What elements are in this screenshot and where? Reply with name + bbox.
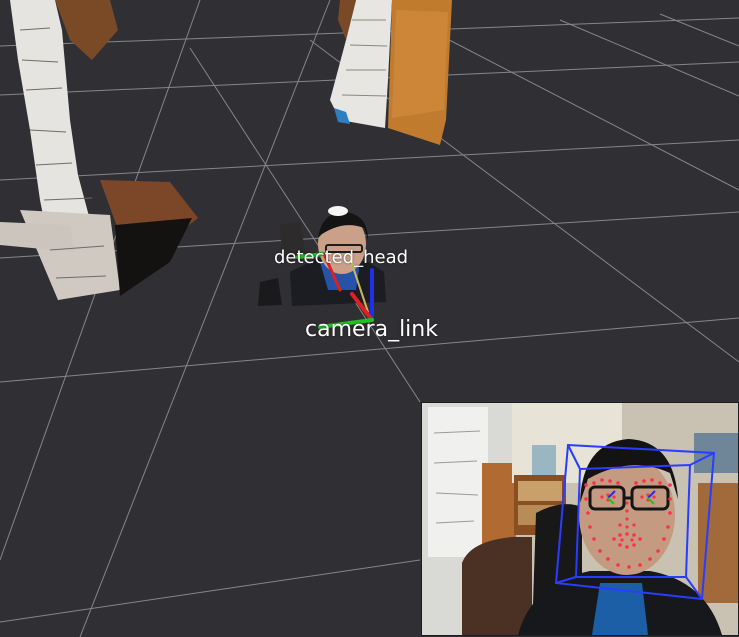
viewport-3d[interactable]: detected_head camera_link xyxy=(0,0,739,637)
camera-image xyxy=(422,403,738,635)
point-cloud-wall-left xyxy=(0,0,198,300)
point-cloud-pillar xyxy=(330,0,452,145)
tf-label-detected-head: detected_head xyxy=(274,247,409,268)
camera-image-panel[interactable] xyxy=(421,402,739,636)
tf-label-camera-link: camera_link xyxy=(305,317,438,342)
